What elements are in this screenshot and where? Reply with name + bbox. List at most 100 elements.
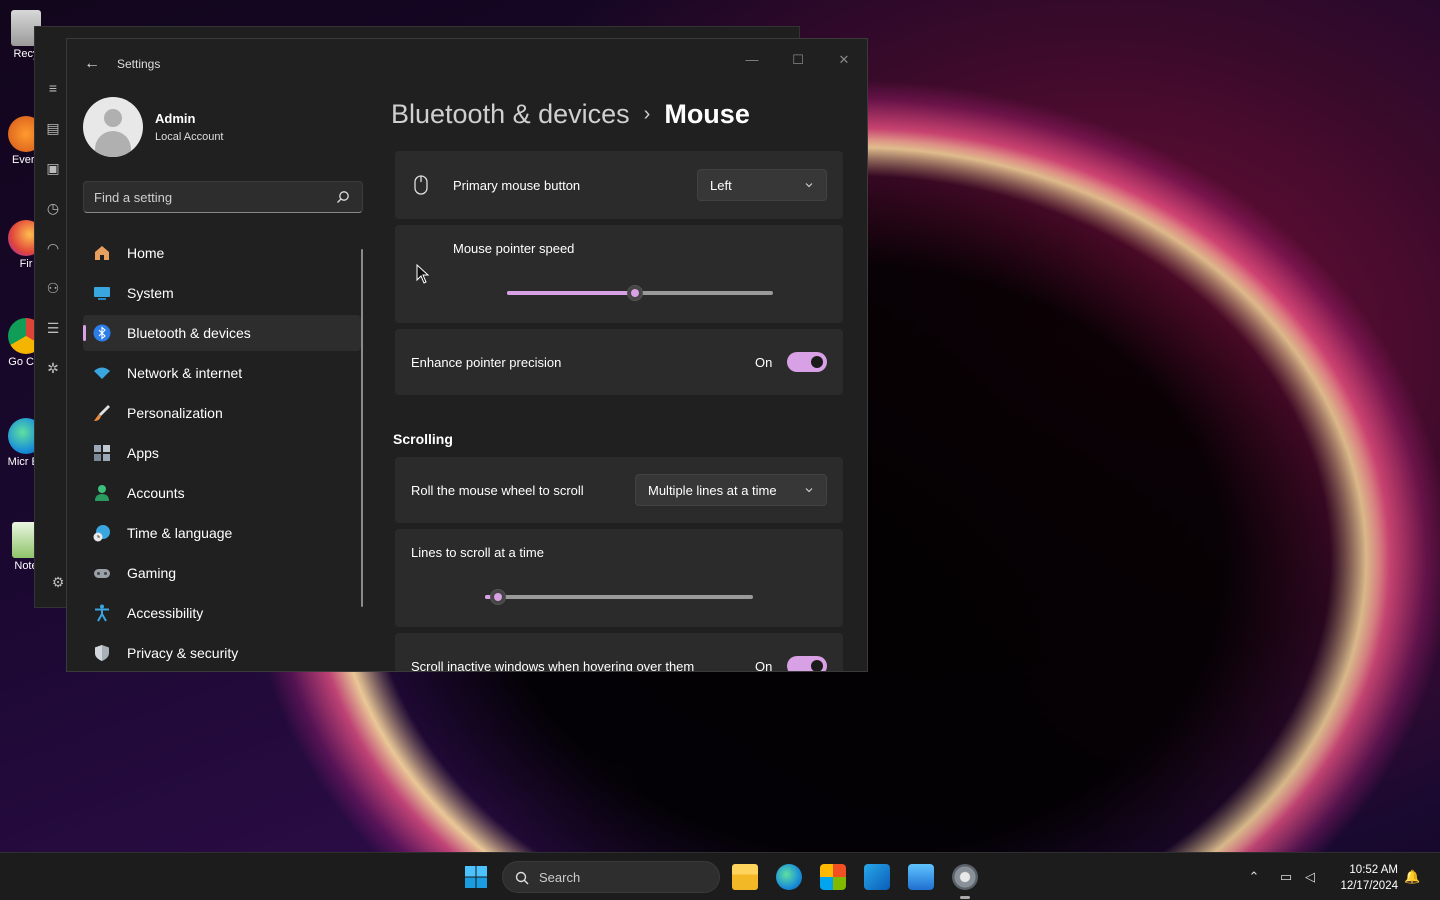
scroll-inactive-state: On — [755, 659, 773, 672]
primary-button-card: Primary mouse button Left — [395, 151, 843, 219]
edge-icon[interactable] — [776, 864, 802, 890]
file-explorer-icon[interactable] — [732, 864, 758, 890]
maximize-button[interactable]: ☐ — [781, 47, 815, 73]
scroll-inactive-toggle[interactable] — [787, 656, 827, 671]
slider-thumb[interactable] — [627, 285, 643, 301]
title-bar[interactable]: ← Settings — ☐ ✕ — [67, 39, 867, 87]
background-window-gear-icon[interactable]: ⚙ — [48, 574, 68, 594]
back-button[interactable]: ← — [81, 53, 103, 75]
accounts-icon — [95, 485, 109, 501]
enhance-precision-label: Enhance pointer precision — [411, 355, 562, 370]
sidebar-item-personalization[interactable]: Personalization — [83, 395, 361, 431]
photos-icon[interactable] — [908, 864, 934, 890]
sidebar-item-bluetooth-devices[interactable]: Bluetooth & devices — [83, 315, 361, 351]
pointer-speed-card: Mouse pointer speed — [395, 225, 843, 323]
taskbar: Search ⌃ ▭ ◁ 10:52 AM 12/17/2024 🔔 — [0, 852, 1440, 900]
scrolling-section-title: Scrolling — [393, 431, 453, 447]
clock[interactable]: 10:52 AM 12/17/2024 — [1334, 862, 1398, 894]
settings-icon[interactable] — [952, 864, 978, 899]
store-icon[interactable] — [820, 864, 846, 890]
gamepad-icon — [94, 569, 110, 578]
history-icon[interactable]: ◷ — [43, 200, 63, 220]
search-box[interactable] — [83, 181, 363, 213]
sidebar-item-gaming[interactable]: Gaming — [83, 555, 361, 591]
list-icon[interactable]: ☰ — [43, 320, 63, 340]
sidebar-item-network[interactable]: Network & internet — [83, 355, 361, 391]
slider-fill — [507, 291, 635, 295]
sidebar-item-apps[interactable]: Apps — [83, 435, 361, 471]
primary-button-label: Primary mouse button — [453, 178, 581, 193]
clock-time: 10:52 AM — [1349, 864, 1398, 876]
wifi-icon — [94, 367, 110, 379]
sidebar-item-time-language[interactable]: Time & language — [83, 515, 361, 551]
chevron-down-icon — [805, 488, 813, 493]
search-icon — [337, 191, 349, 203]
sidebar-item-accounts[interactable]: Accounts — [83, 475, 361, 511]
search-input[interactable] — [94, 188, 324, 206]
chevron-down-icon — [805, 183, 813, 188]
slider-thumb[interactable] — [490, 589, 506, 605]
breadcrumb-separator: › — [643, 103, 651, 125]
account-type: Local Account — [155, 131, 224, 143]
lines-to-scroll-slider[interactable] — [485, 589, 753, 605]
users-icon[interactable]: ⚇ — [43, 280, 63, 300]
taskbar-search[interactable]: Search — [502, 861, 720, 893]
roll-wheel-dropdown[interactable]: Multiple lines at a time — [635, 474, 827, 506]
minimize-button[interactable]: — — [735, 47, 769, 73]
roll-wheel-label: Roll the mouse wheel to scroll — [411, 483, 584, 498]
sidebar-item-label: Gaming — [127, 565, 177, 581]
roll-wheel-value: Multiple lines at a time — [648, 483, 777, 498]
windows-start-icon[interactable] — [465, 866, 487, 888]
nav-list: Home System Bluetooth & devices Network … — [83, 235, 361, 671]
close-button[interactable]: ✕ — [827, 47, 861, 73]
mouse-cursor-icon — [416, 264, 430, 284]
primary-button-dropdown[interactable]: Left — [697, 169, 827, 201]
apps-icon — [94, 445, 110, 461]
scroll-inactive-card: Scroll inactive windows when hovering ov… — [395, 633, 843, 672]
user-name: Admin — [155, 111, 196, 126]
notification-bell-icon[interactable]: 🔔 — [1404, 869, 1420, 885]
accessibility-icon — [95, 604, 109, 622]
enhance-precision-card: Enhance pointer precision On — [395, 329, 843, 395]
lines-to-scroll-card: Lines to scroll at a time — [395, 529, 843, 627]
breadcrumb-parent-link[interactable]: Bluetooth & devices — [391, 99, 630, 129]
clock-date: 12/17/2024 — [1340, 880, 1398, 892]
avatar[interactable] — [83, 97, 143, 157]
primary-button-value: Left — [710, 178, 732, 193]
pointer-speed-label: Mouse pointer speed — [453, 241, 575, 256]
sidebar-item-home[interactable]: Home — [83, 235, 361, 271]
layout-icon[interactable]: ▤ — [43, 120, 63, 140]
sidebar-item-label: System — [127, 285, 174, 301]
home-icon — [95, 246, 109, 260]
system-icon — [94, 287, 110, 300]
sidebar-item-accessibility[interactable]: Accessibility — [83, 595, 361, 631]
mouse-icon — [414, 175, 428, 195]
lines-to-scroll-label: Lines to scroll at a time — [411, 545, 544, 560]
outlook-icon[interactable] — [864, 864, 890, 890]
sidebar-item-label: Apps — [127, 445, 159, 461]
sidebar-item-label: Accessibility — [127, 605, 204, 621]
sidebar-item-system[interactable]: System — [83, 275, 361, 311]
menu-icon[interactable]: ≡ — [43, 80, 63, 100]
sidebar-item-label: Time & language — [127, 525, 233, 541]
network-icon[interactable]: ▭ — [1278, 869, 1294, 885]
scroll-inactive-label: Scroll inactive windows when hovering ov… — [411, 659, 695, 672]
enhance-precision-state: On — [755, 355, 773, 370]
pointer-speed-slider[interactable] — [507, 285, 773, 301]
chevron-up-icon[interactable]: ⌃ — [1246, 869, 1262, 885]
breadcrumb: Bluetooth & devices › Mouse — [391, 99, 750, 130]
enhance-precision-toggle[interactable] — [787, 352, 827, 372]
sidebar-item-privacy-security[interactable]: Privacy & security — [83, 635, 361, 671]
search-icon — [515, 871, 529, 885]
extensions-icon[interactable]: ✲ — [43, 360, 63, 380]
nav-scrollbar[interactable] — [361, 249, 363, 607]
settings-window: ← Settings — ☐ ✕ Admin Local Account Hom… — [66, 38, 868, 672]
taskbar-search-label: Search — [539, 870, 581, 885]
volume-icon[interactable]: ◁ — [1302, 869, 1318, 885]
speed-icon[interactable]: ◠ — [43, 240, 63, 260]
page-title: Mouse — [664, 99, 750, 129]
shield-icon — [95, 645, 109, 661]
activity-icon[interactable]: ▣ — [43, 160, 63, 180]
background-window-rail: ≡ ▤ ▣ ◷ ◠ ⚇ ☰ ✲ — [36, 80, 70, 400]
sidebar-item-label: Accounts — [127, 485, 185, 501]
